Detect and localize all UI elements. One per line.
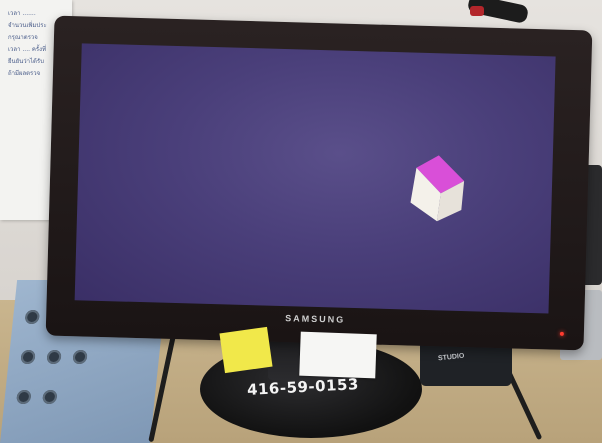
sticky-note — [219, 326, 273, 374]
mixer-knob — [20, 350, 36, 364]
computer-monitor: SAMSUNG — [45, 15, 593, 351]
monitor-screen — [74, 43, 556, 314]
mixer-knob — [24, 310, 40, 324]
mixer-knob — [42, 390, 58, 404]
microphone-band — [470, 6, 484, 16]
rotating-cube — [410, 155, 465, 222]
white-label-card — [299, 331, 377, 379]
power-led — [559, 331, 564, 336]
mixer-knob — [16, 390, 32, 404]
mixer-knob — [46, 350, 62, 364]
mixer-knob — [72, 350, 88, 364]
photo-scene: เวลา ....... จำนวนเพิ่มประ กรุณาตรวจ เวล… — [0, 0, 602, 443]
